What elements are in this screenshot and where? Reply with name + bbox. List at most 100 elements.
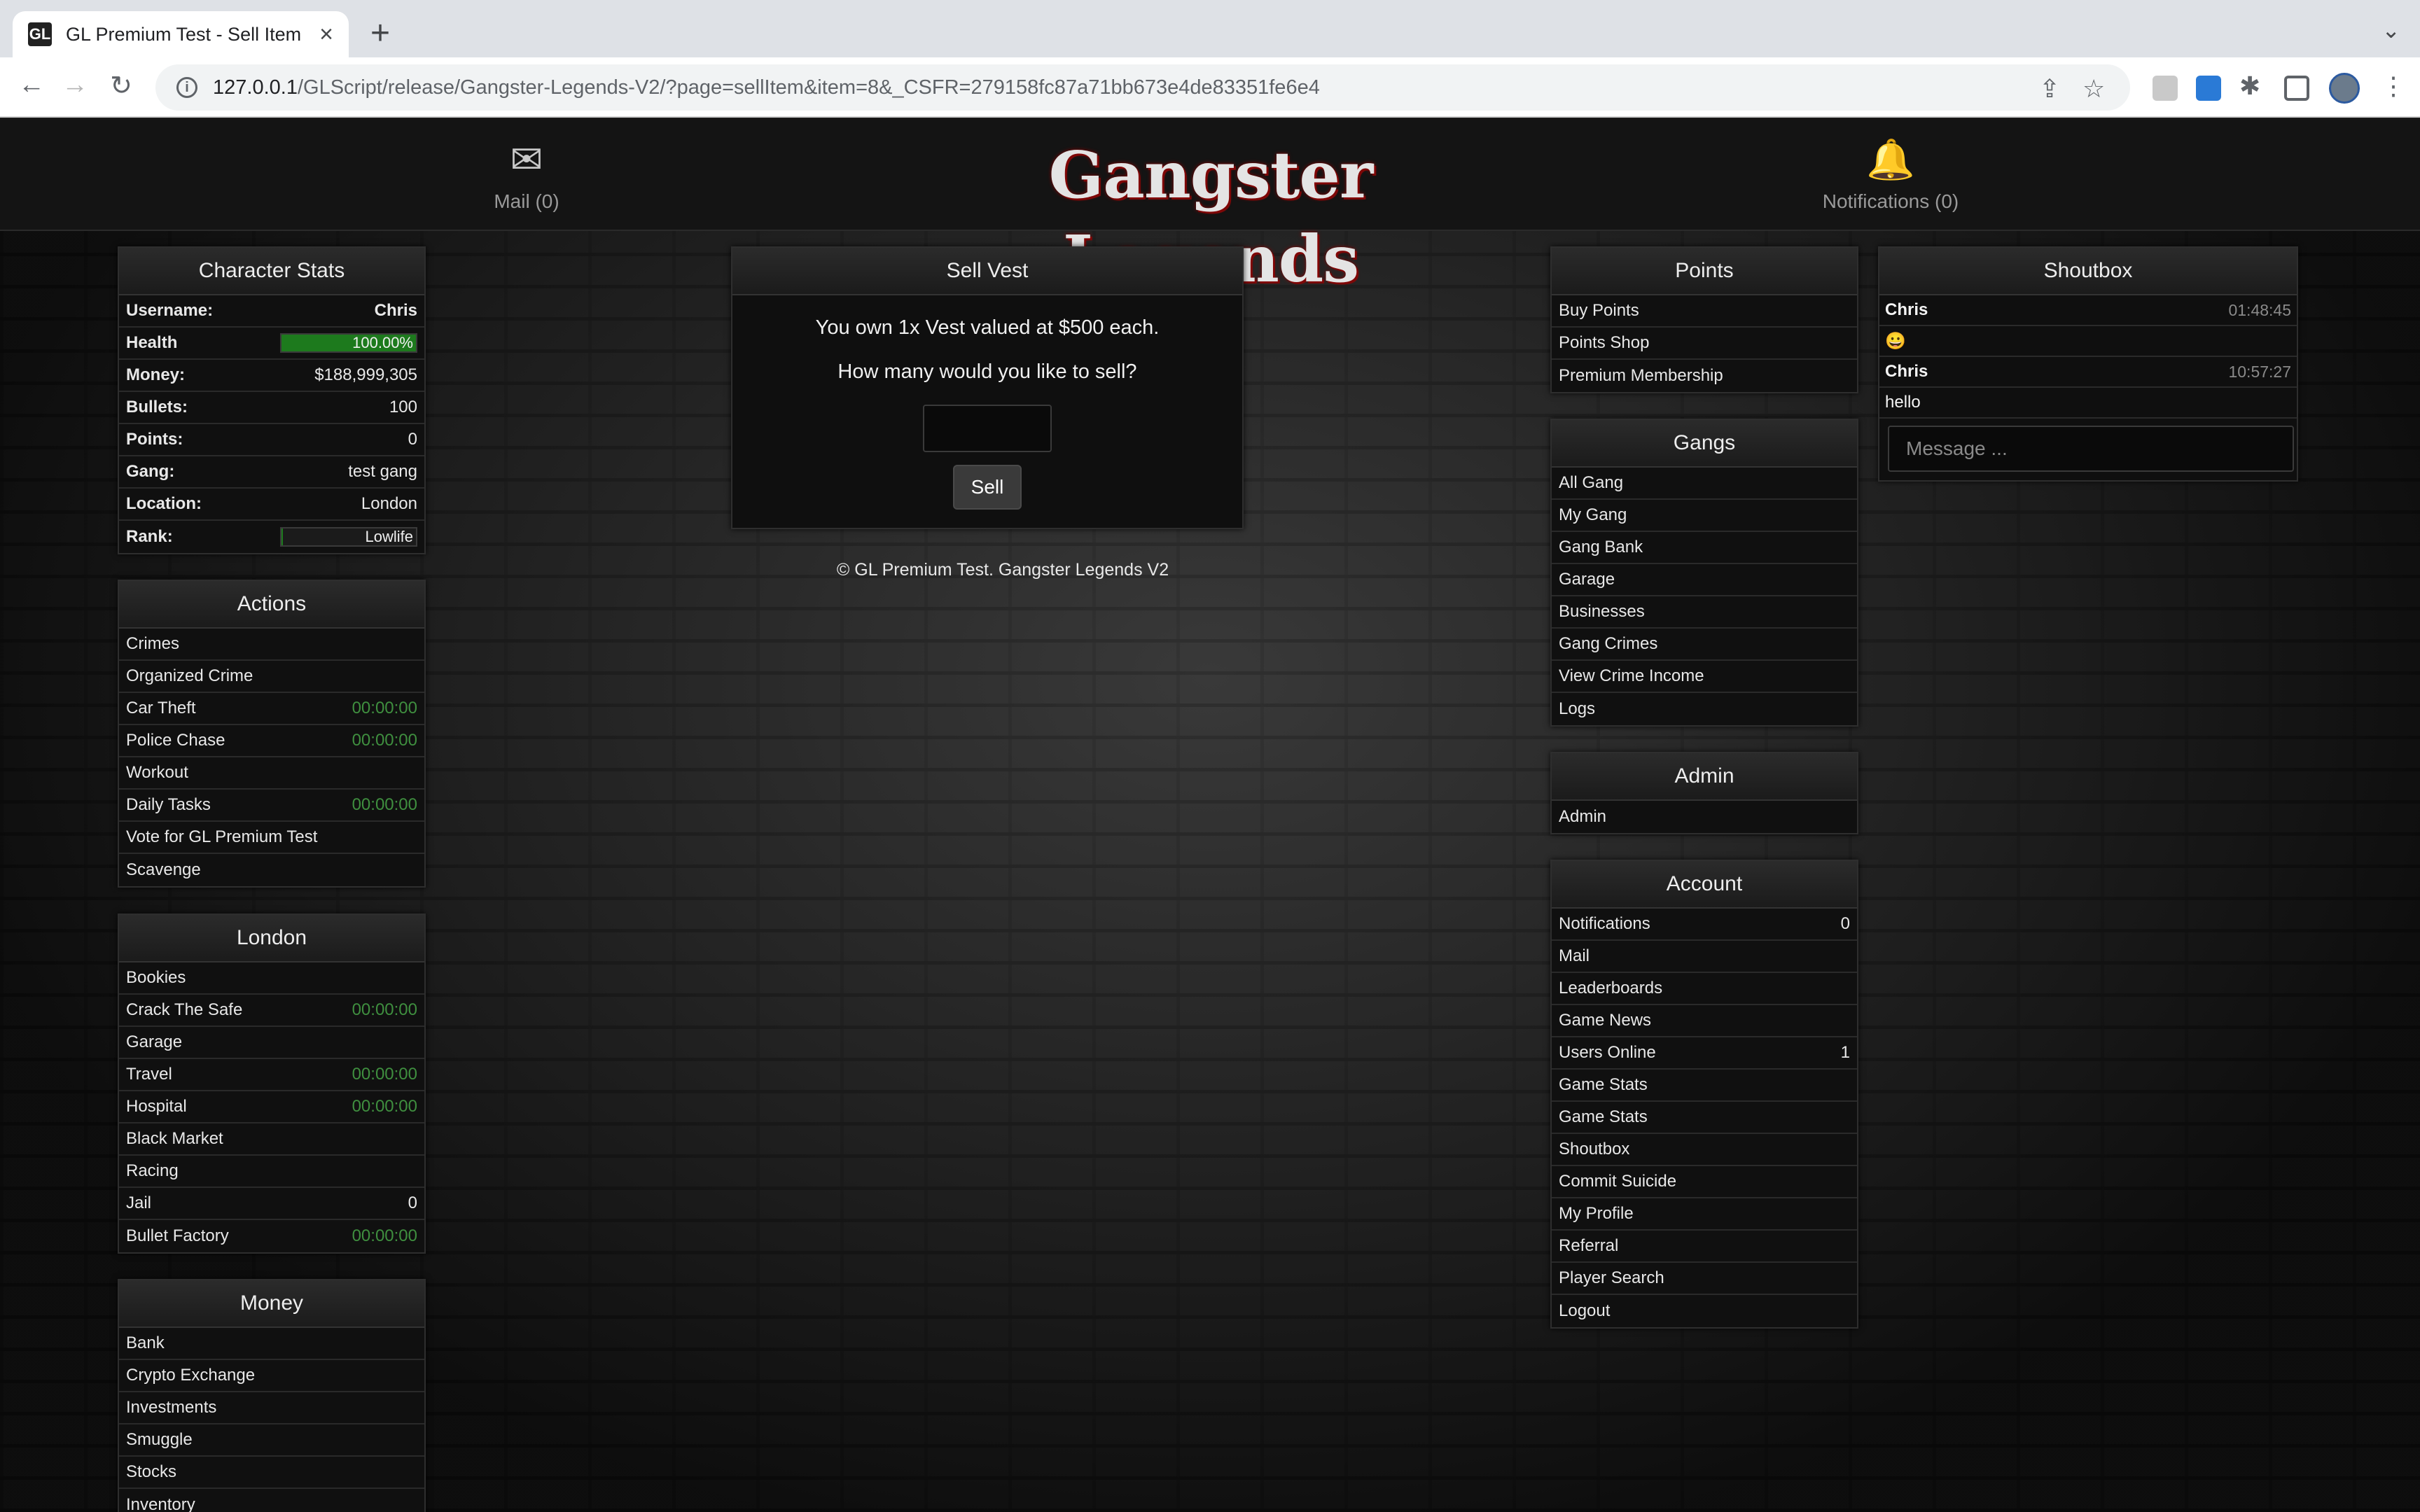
- menu-item-game-news[interactable]: Game News: [1552, 1005, 1857, 1037]
- menu-item-label: My Profile: [1559, 1204, 1634, 1223]
- menu-item-buy-points[interactable]: Buy Points: [1552, 295, 1857, 328]
- menu-item-garage[interactable]: Garage: [1552, 564, 1857, 596]
- site-logo[interactable]: Gangster Legends: [1020, 133, 1402, 297]
- menu-item-label: Commit Suicide: [1559, 1172, 1677, 1191]
- stat-username: Username: Chris: [119, 295, 424, 328]
- menu-item-admin[interactable]: Admin: [1552, 801, 1857, 833]
- menu-item-daily-tasks[interactable]: Daily Tasks 00:00:00: [119, 790, 424, 822]
- menu-item-stocks[interactable]: Stocks: [119, 1457, 424, 1489]
- shout-username[interactable]: Chris: [1885, 362, 1928, 382]
- menu-item-users-online[interactable]: Users Online 1: [1552, 1037, 1857, 1070]
- menu-item-garage[interactable]: Garage: [119, 1027, 424, 1059]
- panel-title: Character Stats: [119, 248, 424, 295]
- cooldown-timer: 00:00:00: [352, 1226, 417, 1245]
- close-tab-icon[interactable]: ×: [319, 21, 333, 48]
- menu-item-businesses[interactable]: Businesses: [1552, 596, 1857, 629]
- stat-bullets: Bullets: 100: [119, 392, 424, 424]
- menu-item-crack-the-safe[interactable]: Crack The Safe 00:00:00: [119, 995, 424, 1027]
- menu-item-game-stats[interactable]: Game Stats: [1552, 1102, 1857, 1134]
- menu-item-car-theft[interactable]: Car Theft 00:00:00: [119, 693, 424, 725]
- menu-item-referral[interactable]: Referral: [1552, 1231, 1857, 1263]
- menu-item-bullet-factory[interactable]: Bullet Factory 00:00:00: [119, 1220, 424, 1252]
- reload-icon[interactable]: ↻: [104, 70, 139, 102]
- forward-icon[interactable]: →: [57, 70, 92, 100]
- menu-item-premium-membership[interactable]: Premium Membership: [1552, 360, 1857, 392]
- address-bar[interactable]: i 127.0.0.1/GLScript/release/Gangster-Le…: [155, 64, 2130, 111]
- menu-item-travel[interactable]: Travel 00:00:00: [119, 1059, 424, 1091]
- shout-timestamp: 10:57:27: [2228, 362, 2291, 381]
- menu-item-gang-bank[interactable]: Gang Bank: [1552, 532, 1857, 564]
- menu-item-game-stats[interactable]: Game Stats: [1552, 1070, 1857, 1102]
- shout-username[interactable]: Chris: [1885, 300, 1928, 320]
- menu-item-label: Garage: [126, 1032, 183, 1051]
- count-badge: 0: [1840, 914, 1850, 933]
- url-path: /GLScript/release/Gangster-Legends-V2/?p…: [297, 76, 1320, 99]
- menu-item-police-chase[interactable]: Police Chase 00:00:00: [119, 725, 424, 757]
- menu-item-vote-for-gl-premium-test[interactable]: Vote for GL Premium Test: [119, 822, 424, 854]
- sell-button[interactable]: Sell: [953, 465, 1022, 510]
- menu-item-label: Shoutbox: [1559, 1140, 1630, 1158]
- menu-item-black-market[interactable]: Black Market: [119, 1124, 424, 1156]
- menu-item-workout[interactable]: Workout: [119, 757, 424, 790]
- shout-message: hello: [1879, 388, 2297, 419]
- notifications-link[interactable]: 🔔 Notifications (0): [1793, 139, 1989, 213]
- menu-item-my-gang[interactable]: My Gang: [1552, 500, 1857, 532]
- shout-header: Chris 10:57:27: [1879, 357, 2297, 388]
- menu-item-investments[interactable]: Investments: [119, 1392, 424, 1424]
- menu-item-leaderboards[interactable]: Leaderboards: [1552, 973, 1857, 1005]
- menu-item-view-crime-income[interactable]: View Crime Income: [1552, 661, 1857, 693]
- menu-item-shoutbox[interactable]: Shoutbox: [1552, 1134, 1857, 1166]
- notifications-label: Notifications (0): [1822, 190, 1959, 212]
- shout-message-text: hello: [1885, 393, 1921, 412]
- menu-item-crimes[interactable]: Crimes: [119, 629, 424, 661]
- sell-question: How many would you like to sell?: [837, 360, 1137, 383]
- info-icon[interactable]: i: [176, 77, 197, 98]
- extension-icon[interactable]: [2153, 76, 2178, 101]
- menu-item-crypto-exchange[interactable]: Crypto Exchange: [119, 1360, 424, 1392]
- quantity-input[interactable]: [923, 405, 1052, 452]
- tab-search-chevron-icon[interactable]: ⌄: [2381, 17, 2400, 43]
- shoutbox-message-input[interactable]: [1888, 426, 2294, 472]
- menu-item-logs[interactable]: Logs: [1552, 693, 1857, 725]
- menu-item-organized-crime[interactable]: Organized Crime: [119, 661, 424, 693]
- browser-menu-icon[interactable]: ⋮: [2381, 71, 2406, 101]
- menu-item-label: Gang Crimes: [1559, 634, 1658, 653]
- menu-item-all-gang[interactable]: All Gang: [1552, 468, 1857, 500]
- menu-item-label: Racing: [126, 1161, 179, 1180]
- menu-item-commit-suicide[interactable]: Commit Suicide: [1552, 1166, 1857, 1198]
- menu-item-mail[interactable]: Mail: [1552, 941, 1857, 973]
- menu-item-racing[interactable]: Racing: [119, 1156, 424, 1188]
- tab-title: GL Premium Test - Sell Item: [66, 23, 302, 45]
- favicon-icon: GL: [28, 22, 52, 46]
- download-extension-icon[interactable]: [2196, 76, 2221, 101]
- menu-item-label: Crimes: [126, 634, 179, 653]
- menu-item-label: Game News: [1559, 1011, 1652, 1030]
- menu-item-inventory[interactable]: Inventory: [119, 1489, 424, 1512]
- menu-item-player-search[interactable]: Player Search: [1552, 1263, 1857, 1295]
- browser-tab[interactable]: GL GL Premium Test - Sell Item ×: [13, 11, 349, 57]
- menu-item-gang-crimes[interactable]: Gang Crimes: [1552, 629, 1857, 661]
- puzzle-extensions-icon[interactable]: ✱: [2239, 71, 2260, 101]
- shout-timestamp: 01:48:45: [2228, 300, 2291, 319]
- share-icon[interactable]: ⇪: [2039, 74, 2060, 104]
- menu-item-smuggle[interactable]: Smuggle: [119, 1424, 424, 1457]
- bookmark-star-icon[interactable]: ☆: [2082, 74, 2105, 104]
- new-tab-icon[interactable]: +: [363, 14, 398, 52]
- menu-item-bookies[interactable]: Bookies: [119, 962, 424, 995]
- menu-item-scavenge[interactable]: Scavenge: [119, 854, 424, 886]
- menu-item-label: Mail: [1559, 946, 1590, 965]
- profile-avatar[interactable]: [2329, 73, 2360, 104]
- back-icon[interactable]: ←: [14, 70, 49, 100]
- mail-link[interactable]: ✉ Mail (0): [457, 139, 597, 213]
- menu-item-points-shop[interactable]: Points Shop: [1552, 328, 1857, 360]
- menu-item-hospital[interactable]: Hospital 00:00:00: [119, 1091, 424, 1124]
- panel-title: Money: [119, 1280, 424, 1328]
- side-panel-icon[interactable]: [2284, 76, 2309, 101]
- menu-item-notifications[interactable]: Notifications 0: [1552, 909, 1857, 941]
- site-header: ✉ Mail (0) Gangster Legends 🔔 Notificati…: [0, 119, 2420, 297]
- menu-item-my-profile[interactable]: My Profile: [1552, 1198, 1857, 1231]
- menu-item-bank[interactable]: Bank: [119, 1328, 424, 1360]
- menu-item-logout[interactable]: Logout: [1552, 1295, 1857, 1327]
- menu-item-jail[interactable]: Jail 0: [119, 1188, 424, 1220]
- sell-form: You own 1x Vest valued at $500 each. How…: [732, 295, 1242, 510]
